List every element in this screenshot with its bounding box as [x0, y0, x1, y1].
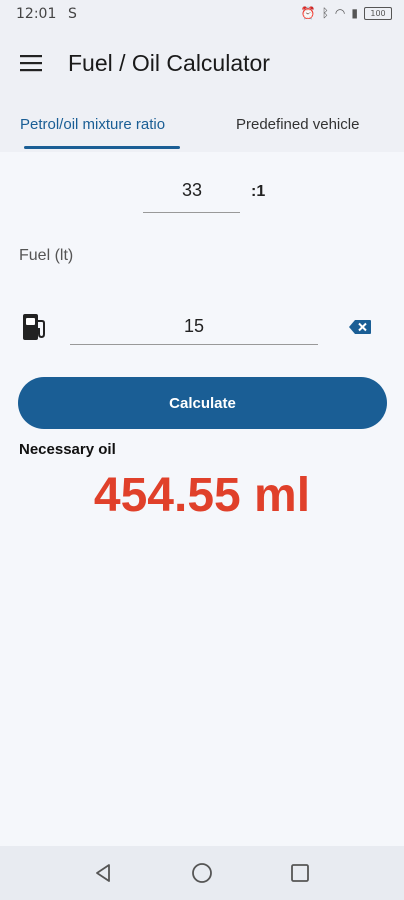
page-title: Fuel / Oil Calculator	[68, 50, 270, 76]
nav-back-icon[interactable]	[92, 862, 114, 884]
status-time: 12:01	[16, 6, 57, 22]
status-icons: ⏰ ᛒ ◠ ▮ 100	[301, 6, 392, 20]
signal-icon: ▮	[351, 6, 358, 20]
system-nav-bar	[0, 846, 404, 900]
tab-bar: Petrol/oil mixture ratio Predefined vehi…	[0, 98, 404, 152]
ratio-underline	[143, 212, 240, 213]
nav-home-icon[interactable]	[191, 862, 213, 884]
menu-icon[interactable]	[20, 54, 44, 72]
battery-icon: 100	[364, 6, 392, 20]
fuel-underline	[70, 344, 318, 345]
bluetooth-icon: ᛒ	[321, 6, 329, 20]
status-extra: S	[68, 6, 77, 22]
wifi-icon: ◠	[334, 6, 346, 20]
app-bar: Fuel / Oil Calculator	[0, 30, 404, 98]
oil-result-value: 454.55 ml	[93, 469, 311, 522]
fuel-pump-icon	[23, 314, 45, 340]
calculate-button[interactable]: Calculate	[18, 377, 387, 429]
necessary-oil-label: Necessary oil	[19, 441, 116, 458]
tab-mixture-ratio[interactable]: Petrol/oil mixture ratio	[20, 116, 165, 133]
status-bar: 12:01 S ⏰ ᛒ ◠ ▮ 100	[0, 0, 404, 30]
alarm-icon: ⏰	[300, 6, 316, 20]
fuel-label: Fuel (lt)	[19, 247, 74, 264]
nav-recent-icon[interactable]	[290, 863, 310, 883]
tab-predefined-vehicle[interactable]: Predefined vehicle	[236, 116, 359, 133]
ratio-suffix: :1	[251, 183, 266, 200]
tab-indicator	[24, 146, 180, 149]
ratio-input[interactable]: 33	[144, 180, 240, 201]
fuel-input[interactable]: 15	[70, 316, 318, 337]
backspace-icon[interactable]	[348, 319, 372, 335]
